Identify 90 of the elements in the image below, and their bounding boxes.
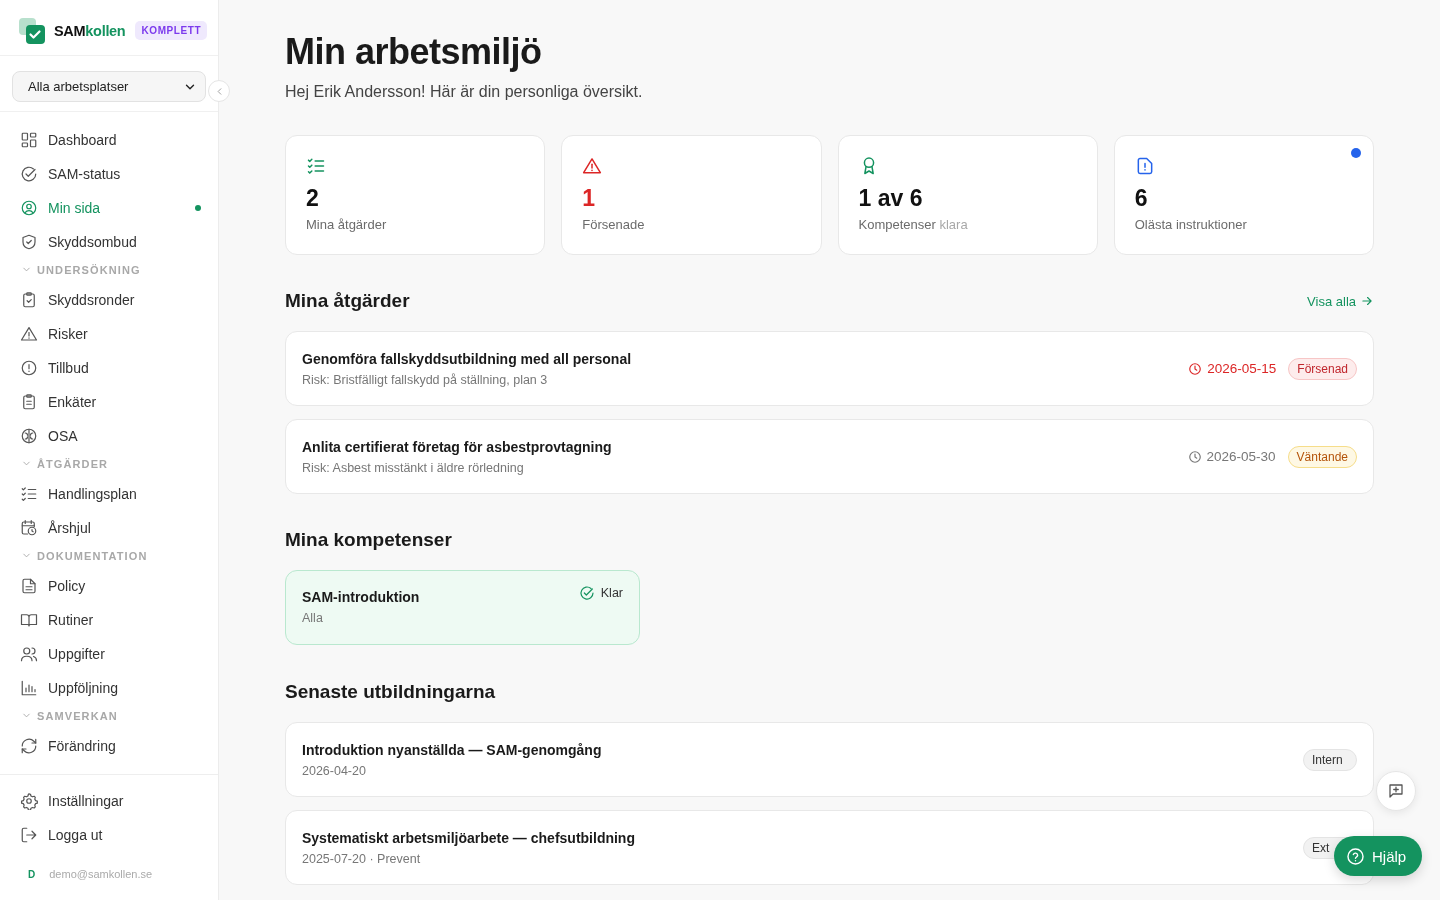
nav-item[interactable]: Logga ut xyxy=(0,818,218,852)
clock-icon xyxy=(1188,361,1203,376)
card-subtitle: Risk: Bristfälligt fallskydd på ställning, plan 3 xyxy=(302,372,549,387)
logo-icon xyxy=(18,16,46,45)
nav-item[interactable]: OSA xyxy=(0,419,218,453)
card-subtitle: Risk: Asbest misstänkt i äldre rörledning xyxy=(302,460,525,475)
training-card[interactable]: Systematiskt arbetsmiljöarbete — chefsutbildning 2025-07-20 · Prevent Ext xyxy=(285,810,1374,885)
feedback-button[interactable] xyxy=(1376,771,1416,811)
section-title: Senaste utbildningarna xyxy=(285,680,496,704)
checklist-icon xyxy=(306,156,326,176)
stat-value: 2 xyxy=(306,185,319,212)
stat-card[interactable]: 6 Olästa instruktioner xyxy=(1113,135,1374,255)
clipboard-icon xyxy=(20,291,38,309)
nav-item[interactable]: Inställningar xyxy=(0,784,218,818)
section-title: Mina kompetenser xyxy=(285,528,452,552)
card-subtitle: 2025-07-20 · Prevent xyxy=(302,851,422,866)
check-circle-icon xyxy=(20,165,38,183)
stat-value: 1 xyxy=(582,185,596,212)
stat-label: Olästa instruktioner xyxy=(1134,217,1248,232)
page-subtitle: Hej Erik Andersson! Här är din personliga översikt. xyxy=(285,83,644,101)
stat-value: 6 xyxy=(1134,185,1148,212)
dashboard-icon xyxy=(20,131,38,149)
card-title: Genomföra fallskyddsutbildning med all personal xyxy=(302,350,633,367)
user-email: demo@samkollen.se xyxy=(49,868,153,880)
stat-card[interactable]: 1 av 6 Kompetenser klara xyxy=(837,135,1098,255)
workplace-select[interactable]: Alla arbetsplatser xyxy=(12,71,206,102)
clock-icon xyxy=(1187,449,1202,464)
stat-value: 1 av 6 xyxy=(858,185,923,212)
nav-item[interactable]: Skyddsronder xyxy=(0,283,218,317)
nav-item[interactable]: SAM-status xyxy=(0,157,218,191)
nav-item[interactable]: Policy xyxy=(0,569,218,603)
settings-icon xyxy=(20,792,38,810)
section-title: Mina åtgärder xyxy=(285,289,410,313)
bar-chart-icon xyxy=(20,679,38,697)
book-icon xyxy=(20,611,38,629)
type-tag: Intern xyxy=(1303,748,1357,771)
clipboard-list-icon xyxy=(20,393,38,411)
nav-item[interactable]: Rutiner xyxy=(0,603,218,637)
nav-item[interactable]: Enkäter xyxy=(0,385,218,419)
nav-item[interactable]: Min sida xyxy=(0,191,218,225)
brand-name: SAMkollen xyxy=(54,22,126,39)
nav-item[interactable]: Handlingsplan xyxy=(0,477,218,511)
check-circle-icon xyxy=(578,585,595,601)
logout-icon xyxy=(20,826,38,844)
card-title: SAM-introduktion xyxy=(302,589,421,605)
checklist-icon xyxy=(20,485,38,503)
help-button[interactable]: Hjälp xyxy=(1334,836,1423,876)
stat-card[interactable]: 2 Mina åtgärder xyxy=(285,135,546,255)
status-badge: Väntande xyxy=(1287,445,1357,468)
nav-item[interactable]: Dashboard xyxy=(0,123,218,157)
stat-label: Kompetenser klara xyxy=(858,217,969,232)
card-title: Introduktion nyanställda — SAM-genomgång xyxy=(302,741,603,758)
user-avatar: D xyxy=(28,868,36,880)
action-card[interactable]: Anlita certifierat företag för asbestprovtagning Risk: Asbest misstänkt i äldre rörledning 2026-05-30 Väntande xyxy=(285,419,1374,494)
document-icon xyxy=(20,577,38,595)
nav-item[interactable]: Skyddsombud xyxy=(0,225,218,259)
nav-item[interactable]: Förändring xyxy=(0,729,218,763)
warning-icon xyxy=(582,156,603,176)
status-badge: Försenad xyxy=(1288,357,1357,380)
action-card[interactable]: Genomföra fallskyddsutbildning med all personal Risk: Bristfälligt fallskydd på ställning, plan 3 2026-05-15 Försenad xyxy=(285,331,1374,406)
view-all-link[interactable]: Visa alla xyxy=(1307,293,1374,309)
nav-item[interactable]: Uppgifter xyxy=(0,637,218,671)
card-title: Systematiskt arbetsmiljöarbete — chefsutbildning xyxy=(302,829,636,846)
refresh-icon xyxy=(20,737,38,755)
due-date: 2026-05-15 xyxy=(1188,361,1277,376)
chat-plus-icon xyxy=(1387,782,1405,800)
shield-icon xyxy=(20,233,38,251)
help-icon xyxy=(1346,846,1365,866)
card-subtitle: Alla xyxy=(302,611,324,625)
training-card[interactable]: Introduktion nyanställda — SAM-genomgång 2026-04-20 Intern xyxy=(285,722,1374,797)
competence-card[interactable]: SAM-introduktion Alla Klar xyxy=(285,570,640,645)
card-title: Anlita certifierat företag för asbestprovtagning xyxy=(302,438,613,455)
users-icon xyxy=(20,645,38,663)
nav-item[interactable]: Risker xyxy=(0,317,218,351)
page-title: Min arbetsmiljö xyxy=(285,30,543,74)
arrow-right-icon xyxy=(1360,294,1374,308)
nav-item[interactable]: Årshjul xyxy=(0,511,218,545)
stat-card[interactable]: 1 Försenade xyxy=(561,135,822,255)
status-label: Klar xyxy=(578,585,623,601)
stat-label: Mina åtgärder xyxy=(306,217,388,232)
calendar-clock-icon xyxy=(20,519,38,537)
alert-circle-icon xyxy=(20,359,38,377)
due-date: 2026-05-30 xyxy=(1187,449,1276,464)
warning-icon xyxy=(20,325,38,343)
card-subtitle: 2026-04-20 xyxy=(302,763,367,778)
stat-label: Försenade xyxy=(582,217,646,232)
plan-badge: KOMPLETT xyxy=(135,21,208,40)
nav-item[interactable]: Tillbud xyxy=(0,351,218,385)
user-circle-icon xyxy=(20,199,38,217)
nav-item[interactable]: Uppföljning xyxy=(0,671,218,705)
